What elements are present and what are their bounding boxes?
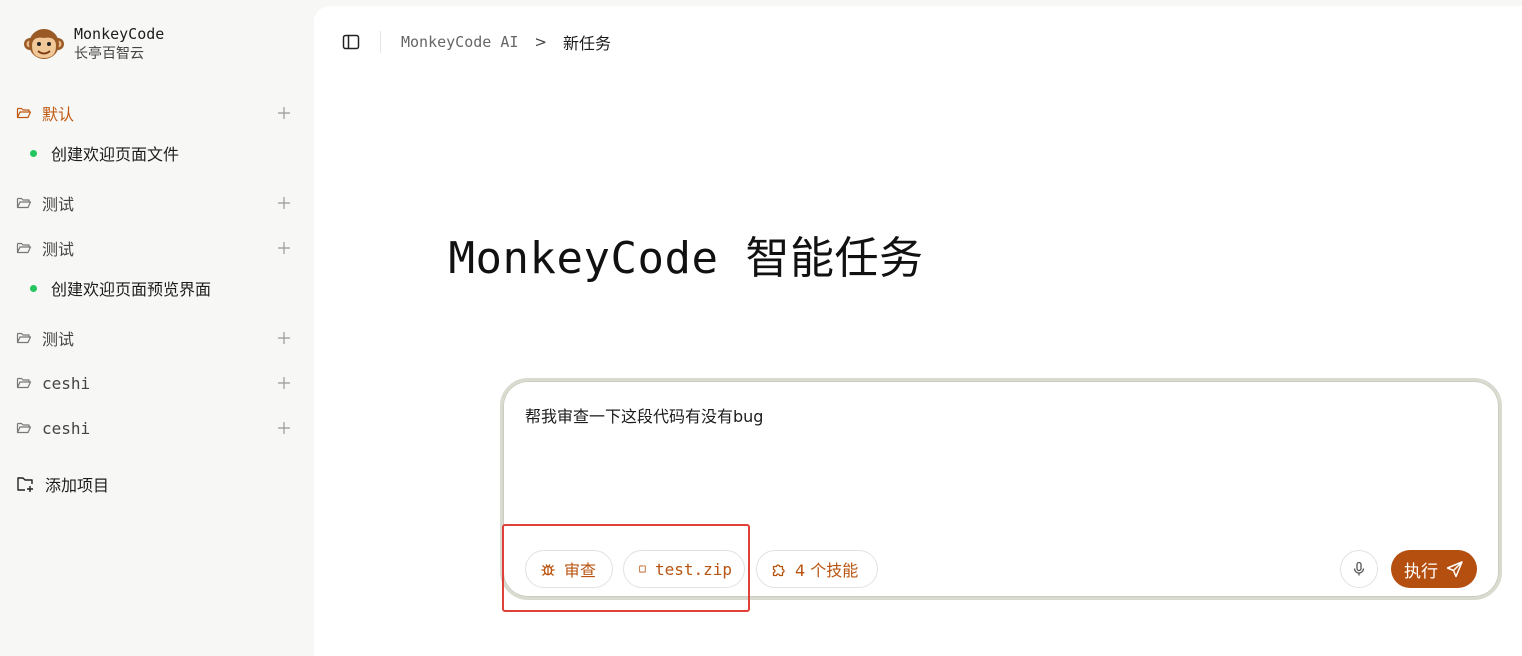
breadcrumb-current: 新任务 — [562, 34, 611, 53]
brand-name: MonkeyCode — [74, 25, 165, 43]
add-task-icon[interactable] — [276, 420, 292, 436]
task-item[interactable]: 创建欢迎页面文件 — [30, 141, 179, 165]
folder-open-icon — [16, 197, 32, 209]
skills-chip[interactable]: 4 个技能 — [756, 550, 878, 588]
send-icon — [1446, 561, 1463, 578]
sidebar-project[interactable]: ceshi — [16, 416, 292, 440]
breadcrumb-root[interactable]: MonkeyCode AI — [401, 33, 518, 51]
sidebar-project[interactable]: 测试 — [16, 191, 292, 215]
project-label: 测试 — [42, 330, 75, 349]
page-title: MonkeyCode 智能任务 — [448, 233, 924, 284]
monkey-logo-icon — [24, 29, 64, 59]
add-task-icon[interactable] — [276, 105, 292, 121]
attachment-filename: test.zip — [654, 559, 732, 579]
project-label: 默认 — [42, 105, 75, 124]
puzzle-icon — [772, 564, 785, 577]
sidebar-toggle-icon[interactable] — [342, 33, 360, 51]
project-label: ceshi — [42, 373, 91, 393]
project-label: 测试 — [42, 195, 75, 214]
attachment-chip[interactable]: test.zip — [623, 550, 745, 588]
topbar: MonkeyCode AI > 新任务 — [342, 30, 611, 54]
skills-chip-label: 4 个技能 — [795, 561, 859, 580]
project-label: ceshi — [42, 418, 91, 438]
divider — [380, 31, 381, 53]
archive-icon — [639, 565, 646, 573]
status-dot — [30, 149, 37, 157]
bug-icon — [541, 564, 555, 576]
voice-input-button[interactable] — [1340, 550, 1378, 588]
sidebar-project[interactable]: 默认 — [16, 101, 292, 125]
task-composer[interactable]: 帮我审查一下这段代码有没有bug 审查 test.zip 4 个技能 执行 — [500, 378, 1502, 600]
folder-open-icon — [16, 107, 32, 119]
run-button-label: 执行 — [1404, 561, 1438, 582]
brand[interactable]: MonkeyCode 长亭百智云 — [24, 24, 164, 64]
add-task-icon[interactable] — [276, 330, 292, 346]
task-label: 创建欢迎页面文件 — [51, 145, 180, 164]
sidebar-project[interactable]: 测试 — [16, 326, 292, 350]
folder-open-icon — [16, 332, 32, 344]
add-project-button[interactable]: 添加项目 — [16, 472, 109, 496]
run-button[interactable]: 执行 — [1391, 550, 1477, 588]
sidebar: MonkeyCode 长亭百智云 默认 创建欢迎页面文件 测试 测试 创建欢迎页… — [0, 0, 314, 643]
breadcrumb-separator: > — [534, 33, 547, 51]
prompt-input[interactable]: 帮我审查一下这段代码有没有bug — [525, 403, 763, 427]
microphone-icon — [1353, 561, 1365, 576]
review-chip[interactable]: 审查 — [525, 550, 613, 588]
add-task-icon[interactable] — [276, 195, 292, 211]
folder-open-icon — [16, 422, 32, 434]
add-project-label: 添加项目 — [45, 476, 110, 495]
brand-subtitle: 长亭百智云 — [74, 46, 144, 62]
review-chip-label: 审查 — [564, 561, 597, 580]
folder-plus-icon — [17, 477, 33, 492]
add-task-icon[interactable] — [276, 375, 292, 391]
sidebar-project[interactable]: ceshi — [16, 371, 292, 395]
folder-open-icon — [16, 377, 32, 389]
